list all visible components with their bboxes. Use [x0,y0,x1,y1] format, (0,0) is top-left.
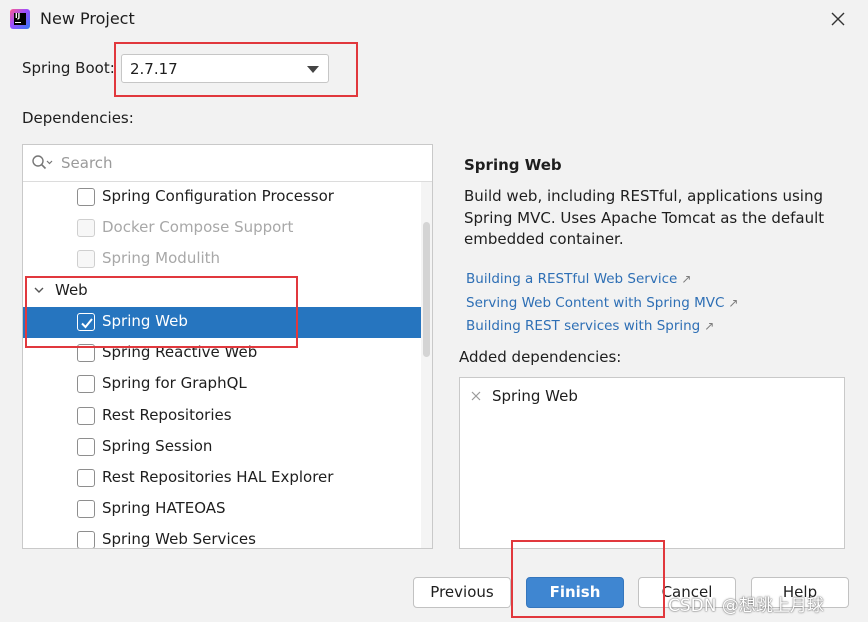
dependency-list: Spring Configuration Processor Docker Co… [23,182,421,548]
dependency-label: Spring Reactive Web [102,343,258,361]
dependency-row-spring-web[interactable]: Spring Web [23,307,421,338]
window-title: New Project [40,9,135,28]
close-button[interactable] [822,4,854,34]
dependency-checkbox [77,250,95,268]
dependency-label: Spring Session [102,437,213,455]
added-dependencies-label: Added dependencies: [459,348,622,366]
dependencies-label: Dependencies: [22,109,134,127]
external-link-icon: ↗ [704,319,715,333]
finish-button[interactable]: Finish [526,577,624,608]
title-bar: New Project [0,0,868,38]
dependency-checkbox [77,219,95,237]
dependency-row-rest-repositories-hal-explorer[interactable]: Rest Repositories HAL Explorer [23,463,421,494]
spring-boot-version-value: 2.7.17 [130,60,178,78]
search-row [23,145,432,182]
added-dependencies-panel: Spring Web [459,377,845,549]
dependency-group-label: Web [55,281,88,299]
dependency-checkbox[interactable] [77,313,95,331]
search-icon [32,155,53,170]
scrollbar-thumb[interactable] [423,222,430,357]
dependency-detail-description: Build web, including RESTful, applicatio… [464,187,825,248]
dependency-row-spring-configuration-processor[interactable]: Spring Configuration Processor [23,182,421,213]
dependency-row-rest-repositories[interactable]: Rest Repositories [23,401,421,432]
chevron-down-icon[interactable] [33,284,45,296]
remove-icon[interactable] [470,390,482,402]
intellij-idea-icon [10,9,30,29]
dependency-checkbox[interactable] [77,407,95,425]
spring-boot-label: Spring Boot: [22,59,115,77]
watermark: CSDN @想跳上月球 [668,596,824,616]
dependency-label: Spring Configuration Processor [102,187,334,205]
guide-link-restful-web-service[interactable]: Building a RESTful Web Service ↗ [466,271,691,287]
link-label[interactable]: Serving Web Content with Spring MVC [466,295,724,311]
dependency-row-spring-hateoas[interactable]: Spring HATEOAS [23,494,421,525]
link-label[interactable]: Building a RESTful Web Service [466,271,677,287]
dependency-group-web[interactable]: Web [23,276,421,307]
added-dependency-label: Spring Web [492,387,578,405]
dependency-label: Spring Modulith [102,249,221,267]
guide-link-rest-services[interactable]: Building REST services with Spring ↗ [466,318,714,334]
dependency-checkbox[interactable] [77,188,95,206]
chevron-down-icon [307,66,319,73]
dependency-label: Rest Repositories [102,406,232,424]
dependency-row-spring-session[interactable]: Spring Session [23,432,421,463]
dependency-checkbox[interactable] [77,375,95,393]
checkmark-icon [81,318,93,329]
dependencies-tree-panel: Spring Configuration Processor Docker Co… [22,144,433,549]
dependency-list-scrollbar[interactable] [421,182,432,548]
dependency-row-spring-reactive-web[interactable]: Spring Reactive Web [23,338,421,369]
dependency-checkbox[interactable] [77,531,95,548]
close-icon [831,12,845,26]
search-input[interactable] [61,152,421,174]
dependency-checkbox[interactable] [77,469,95,487]
external-link-icon: ↗ [728,296,739,310]
dependency-row-spring-for-graphql[interactable]: Spring for GraphQL [23,369,421,400]
spring-boot-version-select[interactable]: 2.7.17 [121,54,329,83]
dependency-checkbox[interactable] [77,438,95,456]
dependency-detail-title: Spring Web [464,156,562,174]
dependency-row-docker-compose-support: Docker Compose Support [23,213,421,244]
dependency-label: Spring for GraphQL [102,374,247,392]
dependency-label: Rest Repositories HAL Explorer [102,468,334,486]
dependency-label: Spring Web [102,312,188,330]
dependency-checkbox[interactable] [77,344,95,362]
previous-button[interactable]: Previous [413,577,511,608]
link-label[interactable]: Building REST services with Spring [466,318,700,334]
guide-link-serving-web-content[interactable]: Serving Web Content with Spring MVC ↗ [466,295,738,311]
external-link-icon: ↗ [681,272,692,286]
dependency-row-spring-web-services[interactable]: Spring Web Services [23,525,421,548]
dependency-label: Docker Compose Support [102,218,294,236]
dependency-label: Spring HATEOAS [102,499,226,517]
dependency-checkbox[interactable] [77,500,95,518]
dependency-row-spring-modulith: Spring Modulith [23,244,421,275]
dependency-label: Spring Web Services [102,530,256,548]
